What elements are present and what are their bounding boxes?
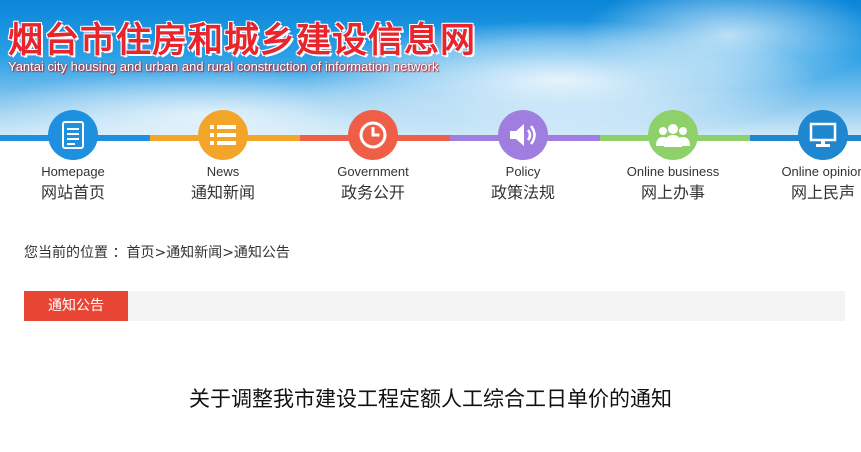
nav-item-homepage[interactable]: Homepage 网站首页	[3, 110, 143, 203]
nav-cn-label: 网站首页	[40, 183, 105, 202]
breadcrumb-current-link[interactable]: 通知公告	[234, 245, 290, 261]
list-icon	[198, 110, 248, 160]
nav-item-online-opinion[interactable]: Online opinion 网上民声	[753, 110, 861, 203]
nav-item-news[interactable]: News 通知新闻	[153, 110, 293, 203]
speaker-icon	[498, 110, 548, 160]
clock-icon	[348, 110, 398, 160]
nav-item-government[interactable]: Government 政务公开	[303, 110, 443, 203]
nav-en-label: Online opinion	[781, 164, 861, 179]
nav-en-label: Homepage	[41, 164, 105, 179]
nav-item-policy[interactable]: Policy 政策法规	[453, 110, 593, 203]
breadcrumb-separator: >	[154, 245, 167, 261]
people-icon	[648, 110, 698, 160]
nav-en-label: Policy	[505, 164, 541, 179]
nav-item-online-business[interactable]: Online business 网上办事	[603, 110, 743, 203]
breadcrumb-news-link[interactable]: 通知新闻	[166, 245, 222, 261]
breadcrumb: 您当前的位置 ：首页>通知新闻>通知公告	[24, 242, 290, 262]
nav-cn-label: 网上民声	[790, 183, 855, 202]
breadcrumb-home-link[interactable]: 首页	[126, 245, 154, 261]
nav-en-label: Online business	[626, 164, 720, 179]
nav-cn-label: 网上办事	[640, 183, 705, 202]
nav-en-label: Government	[337, 164, 409, 179]
article-title: 关于调整我市建设工程定额人工综合工日单价的通知	[189, 387, 672, 411]
nav-cn-label: 通知新闻	[190, 183, 255, 202]
document-icon	[48, 110, 98, 160]
nav-cn-label: 政策法规	[490, 183, 555, 202]
site-title: 烟台市住房和城乡建设信息网	[8, 20, 477, 61]
section-header-bar: 通知公告	[24, 291, 845, 321]
monitor-icon	[798, 110, 848, 160]
nav-en-label: News	[206, 164, 240, 179]
breadcrumb-prefix: 您当前的位置 ：	[24, 245, 127, 261]
site-subtitle: Yantai city housing and urban and rural …	[8, 59, 439, 74]
section-tab-notice[interactable]: 通知公告	[24, 291, 128, 321]
nav-cn-label: 政务公开	[340, 183, 405, 202]
breadcrumb-separator: >	[222, 245, 234, 261]
